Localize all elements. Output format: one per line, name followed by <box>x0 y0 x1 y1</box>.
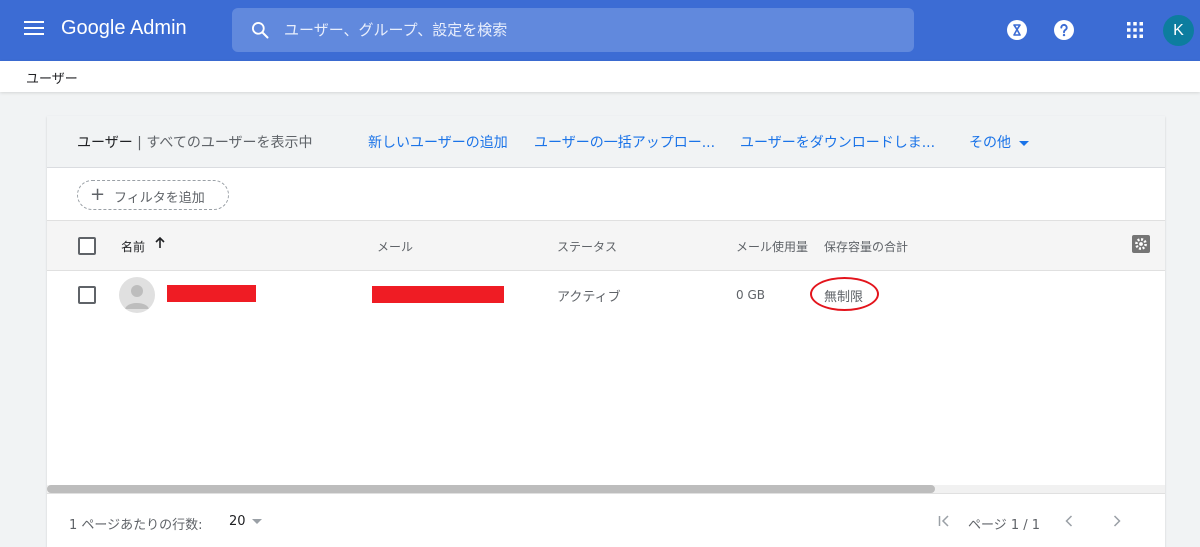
redacted-name <box>167 285 256 302</box>
menu-icon[interactable] <box>24 21 44 39</box>
apps-grid-icon[interactable] <box>1125 20 1145 40</box>
select-all-checkbox[interactable] <box>78 237 96 255</box>
chevron-right-icon[interactable] <box>1109 513 1125 529</box>
add-user-button[interactable]: 新しいユーザーの追加 <box>368 132 508 152</box>
account-avatar[interactable]: K <box>1163 15 1194 46</box>
redacted-email <box>372 286 504 303</box>
page-indicator: ページ 1 / 1 <box>968 518 1041 533</box>
help-icon[interactable] <box>1054 20 1074 40</box>
pagination-footer: 1 ページあたりの行数: 20 ページ 1 / 1 <box>47 493 1165 547</box>
chevron-down-icon <box>251 519 262 524</box>
column-mail-usage[interactable]: メール使用量 <box>736 238 808 255</box>
more-menu-button[interactable]: その他 <box>969 132 1029 152</box>
more-label: その他 <box>969 135 1011 151</box>
chevron-left-icon[interactable] <box>1061 513 1077 529</box>
user-avatar-icon <box>119 277 155 313</box>
breadcrumb[interactable]: ユーザー <box>26 68 78 87</box>
table-row[interactable]: アクティブ 0 GB 無制限 <box>47 271 1165 321</box>
search-input[interactable] <box>284 8 894 52</box>
chevron-down-icon <box>1019 140 1029 146</box>
rows-per-page-label: 1 ページあたりの行数: <box>69 518 203 533</box>
scrollbar-thumb[interactable] <box>47 485 935 493</box>
arrow-up-icon[interactable] <box>153 236 167 250</box>
column-email[interactable]: メール <box>377 238 413 255</box>
brand-logo[interactable]: Google Admin <box>61 17 187 40</box>
settings-gear-icon[interactable] <box>1132 235 1150 253</box>
page-title: ユーザー | すべてのユーザーを表示中 <box>77 132 313 152</box>
first-page-icon[interactable] <box>936 513 952 529</box>
users-card: ユーザー | すべてのユーザーを表示中 新しいユーザーの追加 ユーザーの一括アッ… <box>47 116 1165 547</box>
horizontal-scrollbar[interactable] <box>47 485 1165 493</box>
title-separator: | <box>132 135 147 151</box>
download-users-button[interactable]: ユーザーをダウンロードしま... <box>740 132 935 152</box>
hourglass-icon[interactable] <box>1007 20 1027 40</box>
user-status: アクティブ <box>557 290 621 305</box>
users-toolbar: ユーザー | すべてのユーザーを表示中 新しいユーザーの追加 ユーザーの一括アッ… <box>47 116 1165 168</box>
table-header: 名前 メール ステータス メール使用量 保存容量の合計 <box>47 221 1165 271</box>
title-text: ユーザー <box>77 135 133 151</box>
add-filter-label: フィルタを追加 <box>114 191 205 206</box>
rows-per-page-select[interactable]: 20 <box>229 514 262 529</box>
app-header: Google Admin K <box>0 0 1200 61</box>
bulk-upload-button[interactable]: ユーザーの一括アップロー... <box>534 132 715 152</box>
highlight-circle <box>810 277 879 311</box>
column-name[interactable]: 名前 <box>121 238 145 255</box>
search-icon[interactable] <box>250 20 270 40</box>
plus-icon: + <box>90 184 106 205</box>
rows-per-page-value: 20 <box>229 514 246 529</box>
breadcrumb-bar: ユーザー <box>0 61 1200 92</box>
column-status[interactable]: ステータス <box>557 238 617 255</box>
filter-row: + フィルタを追加 <box>47 168 1165 221</box>
user-mail-usage: 0 GB <box>736 288 765 302</box>
column-storage-total[interactable]: 保存容量の合計 <box>824 238 908 255</box>
row-checkbox[interactable] <box>78 286 96 304</box>
search-bar[interactable] <box>232 8 914 52</box>
add-filter-button[interactable]: + フィルタを追加 <box>77 180 229 210</box>
view-subtitle: すべてのユーザーを表示中 <box>146 135 313 151</box>
